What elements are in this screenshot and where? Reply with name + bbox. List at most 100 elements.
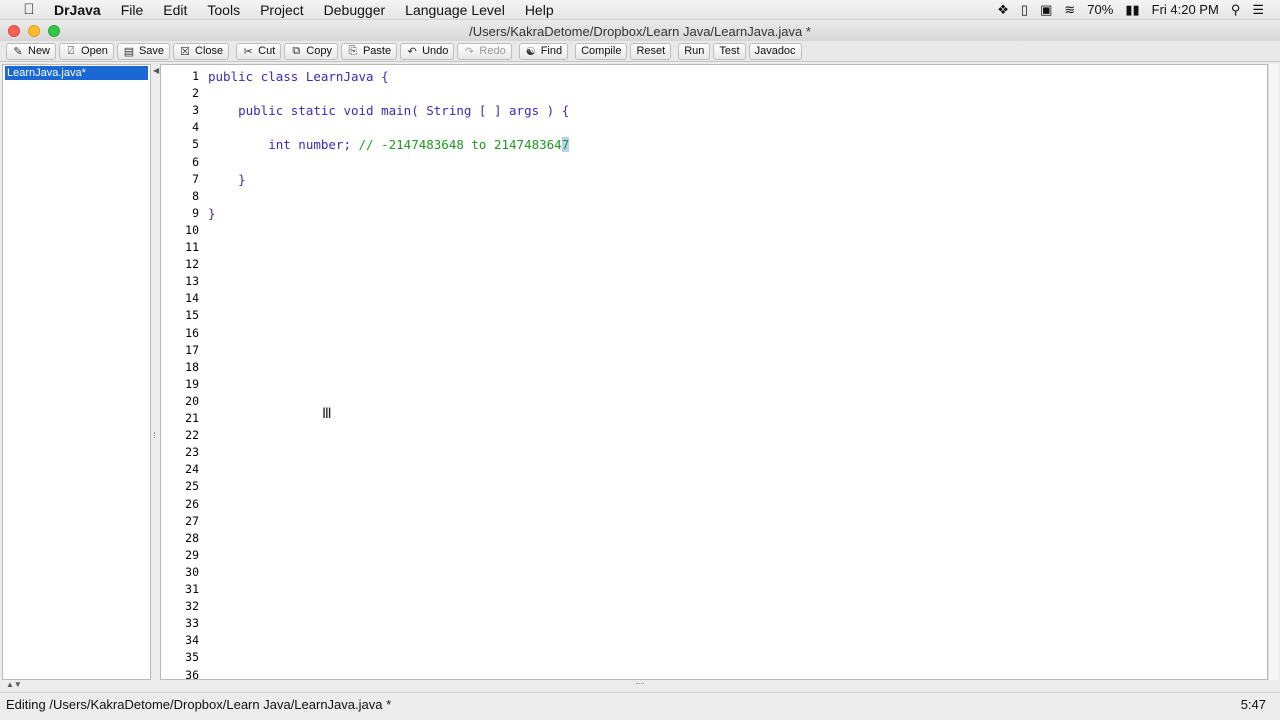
code-line[interactable]: 34 — [161, 632, 1261, 649]
code-line[interactable]: 1 public class LearnJava { — [161, 68, 1261, 85]
code-line[interactable]: 14 — [161, 290, 1261, 307]
code-line[interactable]: 4 — [161, 119, 1261, 136]
code-line[interactable]: 6 — [161, 154, 1261, 171]
code-line[interactable]: 19 — [161, 376, 1261, 393]
camera-icon[interactable]: ▣ — [1034, 2, 1058, 18]
code-line[interactable]: 16 — [161, 325, 1261, 342]
code-line[interactable]: 18 — [161, 359, 1261, 376]
code-line[interactable]: 12 — [161, 256, 1261, 273]
code-line[interactable]: 2 — [161, 85, 1261, 102]
collapse-arrow-icon[interactable]: ◀ — [153, 66, 159, 75]
menubar-status-area: ❖ ▯ ▣ ≋ 70% ▮▮ Fri 4:20 PM ⚲ ☰ — [991, 0, 1280, 20]
code-line[interactable]: 29 — [161, 547, 1261, 564]
code-line[interactable]: 36 — [161, 667, 1261, 680]
redo-button[interactable]: ↷ Redo — [457, 42, 512, 60]
line-code[interactable]: public static void main( String [ ] args… — [208, 102, 569, 119]
splitter-grip[interactable] — [154, 432, 157, 438]
line-number: 2 — [192, 86, 199, 101]
horizontal-grip[interactable] — [636, 683, 644, 686]
line-number: 6 — [192, 154, 199, 169]
line-number: 10 — [185, 222, 199, 237]
battery-icon[interactable]: ▮▮ — [1119, 2, 1145, 18]
close-window-button[interactable] — [8, 25, 20, 37]
menu-tools[interactable]: Tools — [197, 0, 250, 20]
battery-percent[interactable]: 70% — [1081, 2, 1119, 17]
vertical-scrollbar[interactable] — [1268, 64, 1278, 680]
save-button[interactable]: ▤ Save — [116, 42, 171, 60]
code-line[interactable]: 9} — [161, 205, 1261, 222]
line-code[interactable]: public class LearnJava { — [208, 68, 389, 85]
clock[interactable]: Fri 4:20 PM — [1146, 2, 1225, 17]
code-line[interactable]: 17 — [161, 342, 1261, 359]
line-number: 26 — [185, 496, 199, 511]
menu-help[interactable]: Help — [515, 0, 564, 20]
cursor-position: 5:47 — [1240, 697, 1266, 712]
notification-center-icon[interactable]: ☰ — [1246, 2, 1270, 18]
code-editor[interactable]: 1 public class LearnJava {2 3 public stati… — [160, 64, 1268, 680]
compile-label: Compile — [581, 45, 622, 57]
binoculars-icon: ☯ — [525, 45, 536, 58]
menu-app-name[interactable]: DrJava — [46, 0, 111, 20]
reset-button[interactable]: Reset — [630, 42, 672, 60]
code-line[interactable]: 23 — [161, 444, 1261, 461]
minimize-window-button[interactable] — [28, 25, 40, 37]
javadoc-button[interactable]: Javadoc — [748, 42, 802, 60]
code-line[interactable]: 22 — [161, 427, 1261, 444]
new-button[interactable]: ✎ New — [6, 42, 57, 60]
code-line[interactable]: 33 — [161, 615, 1261, 632]
code-line[interactable]: 3 public static void main( String [ ] ar… — [161, 102, 1261, 119]
menu-project[interactable]: Project — [250, 0, 314, 20]
line-number: 21 — [185, 411, 199, 425]
document-item[interactable]: LearnJava.java* — [5, 66, 148, 80]
paste-button[interactable]: ⎘ Paste — [340, 42, 398, 60]
code-line[interactable]: 13 — [161, 273, 1261, 290]
document-list[interactable]: LearnJava.java* — [2, 64, 151, 680]
code-line[interactable]: 10 — [161, 222, 1261, 239]
menu-debugger[interactable]: Debugger — [314, 0, 396, 20]
line-code[interactable]: } — [208, 171, 246, 188]
undo-button[interactable]: ↶ Undo — [400, 42, 455, 60]
cut-button[interactable]: ✂ Cut — [236, 42, 282, 60]
code-line[interactable]: 25 — [161, 478, 1261, 495]
code-line[interactable]: 32 — [161, 598, 1261, 615]
pane-splitter[interactable]: ◀ — [151, 64, 160, 680]
code-line[interactable]: 28 — [161, 530, 1261, 547]
spotlight-search-icon[interactable]: ⚲ — [1225, 2, 1247, 18]
open-button[interactable]: ⍁ Open — [59, 42, 114, 60]
selected-text: 7 — [561, 137, 570, 153]
code-line[interactable]: 26 — [161, 496, 1261, 513]
wifi-icon[interactable]: ≋ — [1058, 2, 1081, 18]
find-button[interactable]: ☯ Find — [518, 42, 569, 60]
line-number: 17 — [185, 342, 199, 357]
code-text: int number; — [208, 137, 359, 153]
line-number: 5 — [192, 137, 199, 152]
test-button[interactable]: Test — [713, 42, 746, 60]
code-line[interactable]: 35 — [161, 649, 1261, 666]
compile-button[interactable]: Compile — [575, 42, 628, 60]
code-line[interactable]: 7 } — [161, 171, 1261, 188]
menu-edit[interactable]: Edit — [153, 0, 197, 20]
line-number: 15 — [185, 308, 199, 323]
copy-icon: ⧉ — [292, 44, 301, 57]
menu-file[interactable]: File — [111, 0, 154, 20]
code-line[interactable]: 8 — [161, 188, 1261, 205]
code-line[interactable]: 31 — [161, 581, 1261, 598]
close-button[interactable]: ☒ Close — [173, 42, 230, 60]
collapse-arrows-icon[interactable]: ▲▼ — [6, 680, 22, 689]
line-code[interactable]: } — [208, 205, 216, 222]
code-line[interactable]: 11 — [161, 239, 1261, 256]
apple-icon[interactable]:  — [12, 1, 46, 18]
code-line[interactable]: 24 — [161, 461, 1261, 478]
dropbox-icon[interactable]: ❖ — [991, 2, 1015, 18]
code-line[interactable]: 30 — [161, 564, 1261, 581]
code-line[interactable]: 27 — [161, 513, 1261, 530]
copy-button[interactable]: ⧉ Copy — [284, 42, 338, 60]
horizontal-splitter[interactable]: ▲▼ — [0, 680, 1280, 690]
run-button[interactable]: Run — [678, 42, 711, 60]
line-code[interactable]: int number; // -2147483648 to 2147483647 — [208, 136, 570, 153]
code-line[interactable]: 15 — [161, 307, 1261, 324]
menu-language-level[interactable]: Language Level — [395, 0, 515, 20]
code-line[interactable]: 5 int number; // -2147483648 to 21474836… — [161, 136, 1261, 153]
screen-share-icon[interactable]: ▯ — [1015, 2, 1034, 18]
zoom-window-button[interactable] — [48, 25, 60, 37]
